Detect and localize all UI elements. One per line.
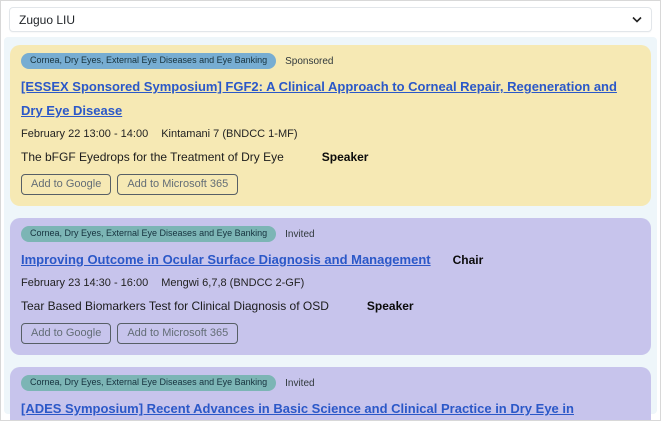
chevron-down-icon [632,16,642,23]
session-venue: Kintamani 7 (BNDCC 1-MF) [161,128,297,140]
person-select-row: Zuguo LIU [1,1,660,37]
role-label: Speaker [367,299,414,313]
sessions-panel: Cornea, Dry Eyes, External Eye Diseases … [4,37,657,414]
track-badge: Cornea, Dry Eyes, External Eye Diseases … [21,375,276,391]
session-type-tag: Invited [285,229,314,240]
role-label: Speaker [322,150,369,164]
date-row: February 22 13:00 - 14:00 Kintamani 7 (BN… [21,128,640,140]
session-card: Cornea, Dry Eyes, External Eye Diseases … [10,218,651,355]
talk-row: The bFGF Eyedrops for the Treatment of D… [21,150,640,164]
track-badge: Cornea, Dry Eyes, External Eye Diseases … [21,226,276,242]
add-to-google-button[interactable]: Add to Google [21,323,111,344]
session-datetime: February 23 14:30 - 16:00 [21,277,148,289]
session-card: Cornea, Dry Eyes, External Eye Diseases … [10,45,651,206]
page: Zuguo LIU Cornea, Dry Eyes, External Eye… [0,0,661,421]
badge-row: Cornea, Dry Eyes, External Eye Diseases … [21,53,640,69]
add-to-microsoft-button[interactable]: Add to Microsoft 365 [117,323,238,344]
person-select[interactable]: Zuguo LIU [9,7,652,32]
session-type-tag: Invited [285,378,314,389]
session-title-link[interactable]: [ESSEX Sponsored Symposium] FGF2: A Clin… [21,79,617,118]
talk-title: The bFGF Eyedrops for the Treatment of D… [21,150,284,164]
talk-title: Tear Based Biomarkers Test for Clinical … [21,299,329,313]
badge-row: Cornea, Dry Eyes, External Eye Diseases … [21,226,640,242]
calendar-buttons-row: Add to Google Add to Microsoft 365 [21,174,640,195]
role-label: Chair [453,253,484,267]
track-badge: Cornea, Dry Eyes, External Eye Diseases … [21,53,276,69]
session-type-tag: Sponsored [285,56,333,67]
talk-row: Tear Based Biomarkers Test for Clinical … [21,299,640,313]
session-title-link[interactable]: [ADES Symposium] Recent Advances in Basi… [21,401,574,421]
person-select-value: Zuguo LIU [19,13,75,27]
add-to-microsoft-button[interactable]: Add to Microsoft 365 [117,174,238,195]
session-card: Cornea, Dry Eyes, External Eye Diseases … [10,367,651,421]
add-to-google-button[interactable]: Add to Google [21,174,111,195]
calendar-buttons-row: Add to Google Add to Microsoft 365 [21,323,640,344]
badge-row: Cornea, Dry Eyes, External Eye Diseases … [21,375,640,391]
session-venue: Mengwi 6,7,8 (BNDCC 2-GF) [161,277,304,289]
date-row: February 23 14:30 - 16:00 Mengwi 6,7,8 (B… [21,277,640,289]
session-title-link[interactable]: Improving Outcome in Ocular Surface Diag… [21,252,431,267]
title-row: [ESSEX Sponsored Symposium] FGF2: A Clin… [21,75,640,123]
title-row: Improving Outcome in Ocular Surface Diag… [21,248,640,272]
session-datetime: February 22 13:00 - 14:00 [21,128,148,140]
title-row: [ADES Symposium] Recent Advances in Basi… [21,397,640,421]
